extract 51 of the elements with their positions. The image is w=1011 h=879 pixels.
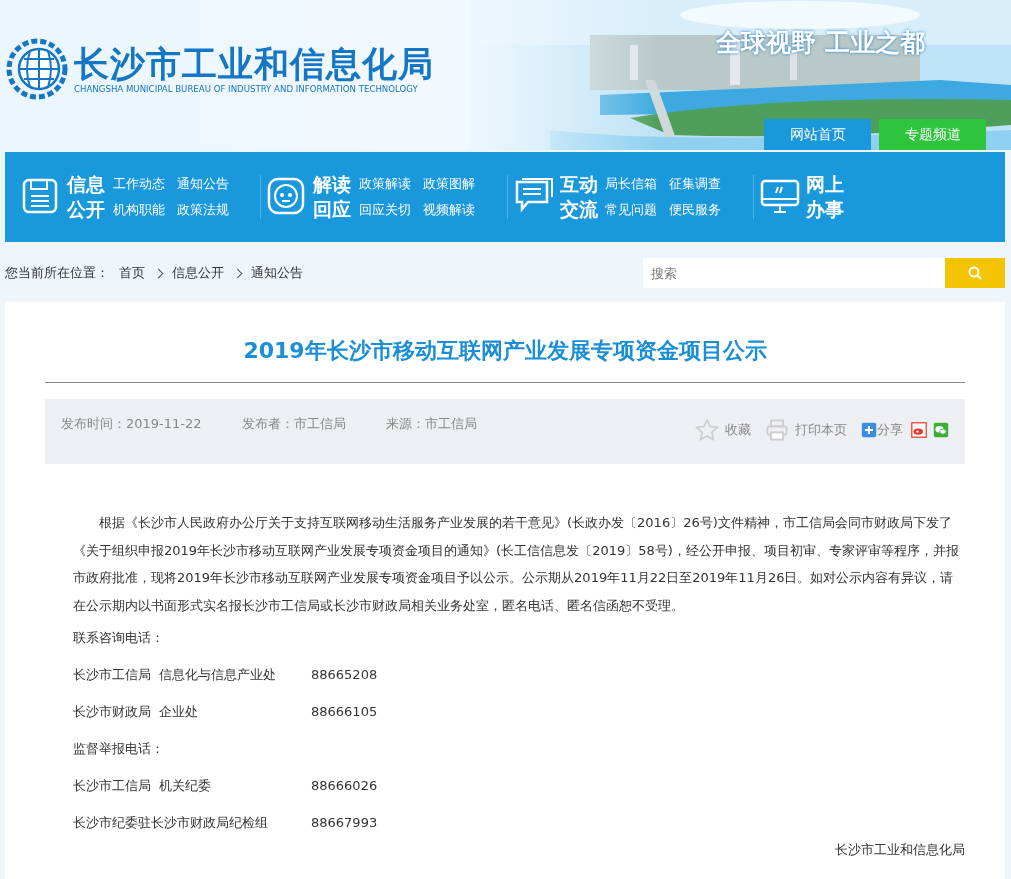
nav-tab[interactable]: 网站首页 bbox=[764, 119, 871, 150]
nav-section-title[interactable]: 解读回应 bbox=[313, 172, 354, 222]
logo-icon bbox=[6, 38, 68, 100]
contact-name: 长沙市工信局 机关纪委 bbox=[73, 776, 213, 795]
phone-number: 88665208 bbox=[311, 667, 378, 682]
contact-name: 长沙市工信局 信息化与信息产业处 bbox=[73, 665, 278, 684]
meta-info: 发布者：市工信局 bbox=[241, 415, 346, 433]
breadcrumb-link[interactable]: 信息公开 bbox=[172, 264, 224, 282]
contact-name: 长沙市财政局 企业处 bbox=[73, 702, 200, 721]
printer-icon[interactable] bbox=[765, 418, 789, 442]
nav-link[interactable]: 通知公告 bbox=[176, 175, 229, 193]
nav-link[interactable]: 视频解读 bbox=[423, 201, 476, 219]
nav-section-title[interactable]: 互动交流 bbox=[559, 172, 600, 222]
nav-link[interactable]: 政策图解 bbox=[423, 175, 476, 193]
phone-number: 88667993 bbox=[311, 815, 378, 830]
nav-link[interactable]: 局长信箱 bbox=[605, 175, 658, 193]
nav-link[interactable]: 政策解读 bbox=[359, 175, 412, 193]
search-icon bbox=[968, 266, 982, 280]
meta-info: 发布时间：2019-11-22 bbox=[61, 415, 202, 433]
article-title: 2019年长沙市移动互联网产业发展专项资金项目公示 bbox=[45, 302, 965, 383]
site-subtitle: CHANGSHA MUNICIPAL BUREAU OF INDUSTRY AND INFORMATION TECHNOLOGY bbox=[74, 84, 419, 94]
favorite-link[interactable]: 收藏 bbox=[725, 421, 751, 439]
slogan: 全球视野 工业之都 bbox=[716, 27, 925, 59]
share-link[interactable]: 分享 bbox=[877, 421, 903, 439]
nav-section-title[interactable]: 信息公开 bbox=[67, 172, 107, 222]
signature: 长沙市工业和信息化局 bbox=[835, 842, 965, 857]
nav-link[interactable]: 政策法规 bbox=[176, 201, 229, 219]
nav-link[interactable]: 回应关切 bbox=[359, 201, 412, 219]
contact-heading: 联系咨询电话： bbox=[73, 628, 164, 647]
phone-number: 88666105 bbox=[311, 704, 378, 719]
search-button[interactable] bbox=[945, 258, 1005, 288]
nav-link[interactable]: 便民服务 bbox=[669, 201, 722, 219]
nav-link[interactable]: 征集调查 bbox=[669, 175, 722, 193]
meta-info: 来源：市工信局 bbox=[385, 415, 477, 433]
search-field[interactable]: 搜索 bbox=[643, 258, 945, 288]
article-paragraph: 根据《长沙市人民政府办公厅关于支持互联网移动生活服务产业发展的若干意见》(长政办发〔2016〕26号)文件精神，市工信局会同市财政局下发了《关于组织申报2019年长沙市移动互联网产业发展专项资金项目的通知》(长工信信息发〔2019〕58号)，经公开申报、项目初审、专家评审等程序，并报市政府批准，现将2019年长沙市移动互联网产业发展专项资金项目予以公示。公示期从2019年11月22日至2019年11月26日。如对公示内容有异议，请在公示期内以书面形式实名报长沙市工信局或长沙市财政局相关业务处室，匿名电话、匿名信函恕不受理。 bbox=[72, 514, 960, 615]
nav-tab[interactable]: 专题频道 bbox=[879, 119, 986, 150]
contact-heading: 监督举报电话： bbox=[73, 739, 164, 758]
star-icon[interactable] bbox=[695, 418, 719, 442]
phone-number: 88666026 bbox=[311, 778, 378, 793]
breadcrumb-link[interactable]: 首页 bbox=[119, 264, 145, 282]
contact-name: 长沙市纪委驻长沙市财政局纪检组 bbox=[73, 813, 269, 832]
site-title: 长沙市工业和信息化局 bbox=[74, 44, 434, 84]
nav-link[interactable]: 工作动态 bbox=[112, 175, 165, 193]
nav-link[interactable]: 机构职能 bbox=[112, 201, 165, 219]
nav-section-title[interactable]: 网上办事 bbox=[805, 172, 846, 222]
print-link[interactable]: 打印本页 bbox=[795, 421, 847, 439]
plus-icon[interactable] bbox=[861, 422, 877, 438]
breadcrumb-link[interactable]: 通知公告 bbox=[251, 264, 303, 282]
breadcrumb-label: 您当前所在位置： bbox=[5, 264, 109, 282]
nav-link[interactable]: 常见问题 bbox=[605, 201, 658, 219]
